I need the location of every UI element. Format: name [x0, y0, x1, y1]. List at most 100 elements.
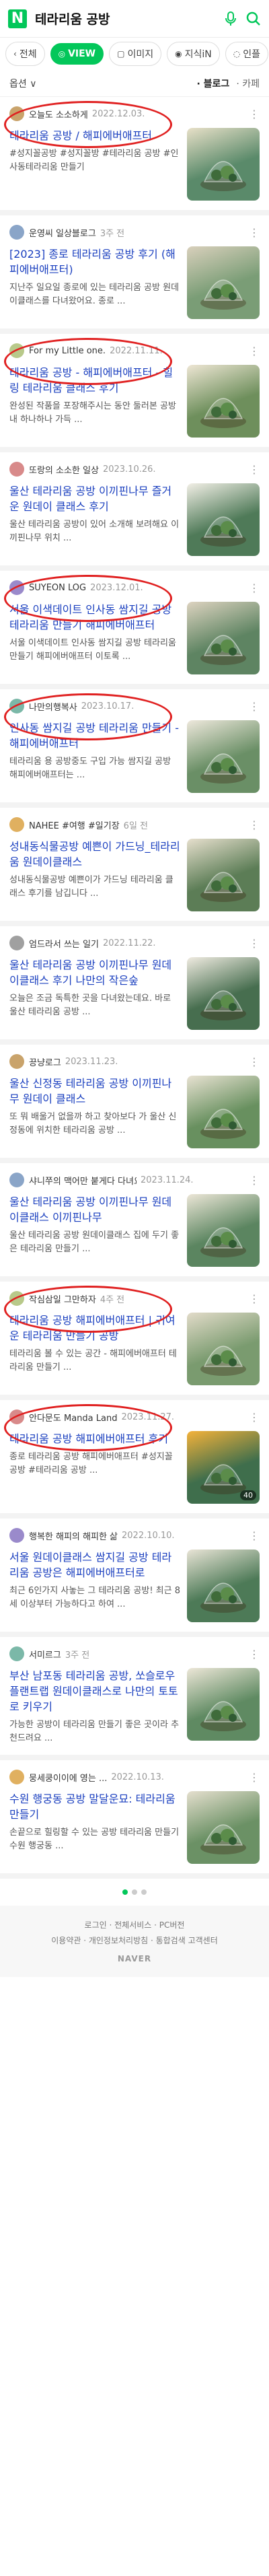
- result-thumbnail[interactable]: [187, 957, 260, 1030]
- options-toggle[interactable]: 옵션 ∨: [9, 77, 196, 90]
- page-dot[interactable]: [141, 1889, 147, 1895]
- avatar[interactable]: [9, 1291, 24, 1306]
- result-thumbnail[interactable]: [187, 1313, 260, 1385]
- more-options-icon[interactable]: ⋮: [249, 1529, 260, 1542]
- author-name[interactable]: 안다문도 Manda Land: [29, 1411, 117, 1424]
- result-card[interactable]: 작심삼일 그만하자 4주 전 ⋮ 테라리움 공방 해피에버애프터 | 귀여운 테…: [0, 1282, 269, 1400]
- more-options-icon[interactable]: ⋮: [249, 1411, 260, 1424]
- result-title[interactable]: 수원 행궁동 공방 말달운묘: 테라리움 만들기: [9, 1791, 180, 1822]
- avatar[interactable]: [9, 817, 24, 832]
- more-options-icon[interactable]: ⋮: [249, 1771, 260, 1784]
- author-name[interactable]: SUYEON LOG: [29, 583, 86, 593]
- more-options-icon[interactable]: ⋮: [249, 226, 260, 239]
- more-options-icon[interactable]: ⋮: [249, 582, 260, 594]
- avatar[interactable]: [9, 699, 24, 713]
- author-name[interactable]: 운영씨 일상블로그: [29, 226, 96, 239]
- result-card[interactable]: 나만의행복사 2023.10.17. ⋮ 인사동 쌈지길 공방 테라리움 만들기…: [0, 689, 269, 808]
- author-name[interactable]: For my Little one.: [29, 346, 106, 356]
- more-options-icon[interactable]: ⋮: [249, 108, 260, 120]
- result-card[interactable]: 끙냥로그 2023.11.23. ⋮ 울산 신정동 테라리움 공방 이끼핀나무 …: [0, 1045, 269, 1163]
- tab-0[interactable]: ‹ 전체: [5, 42, 45, 66]
- result-title[interactable]: 인사동 쌈지길 공방 테라리움 만들기 - 해피에버애프터: [9, 720, 180, 751]
- avatar[interactable]: [9, 462, 24, 477]
- avatar[interactable]: [9, 343, 24, 358]
- more-options-icon[interactable]: ⋮: [249, 700, 260, 713]
- more-options-icon[interactable]: ⋮: [249, 1174, 260, 1187]
- avatar[interactable]: [9, 1646, 24, 1661]
- result-title[interactable]: 부산 남포동 테라리움 공방, 쏘슬로우플랜트랩 원데이클래스로 나만의 토토로…: [9, 1668, 180, 1714]
- avatar[interactable]: [9, 1054, 24, 1069]
- author-name[interactable]: 끙냥로그: [29, 1055, 61, 1068]
- result-title[interactable]: 울산 테라리움 공방 이끼핀나무 즐거운 원데이 클래스 후기: [9, 483, 180, 514]
- result-title[interactable]: 성내동식물공방 예쁜이 가드닝_테라리움 원데이클래스: [9, 839, 180, 870]
- search-query[interactable]: 테라리움 공방: [35, 9, 225, 28]
- result-title[interactable]: 울산 신정동 테라리움 공방 이끼핀나무 원데이 클래스: [9, 1076, 180, 1107]
- result-thumbnail[interactable]: [187, 1668, 260, 1741]
- result-thumbnail[interactable]: [187, 483, 260, 556]
- result-card[interactable]: SUYEON LOG 2023.12.01. ⋮ 서울 이색데이트 인사동 쌈지…: [0, 571, 269, 689]
- footer-links[interactable]: 로그인 · 전체서비스 · PC버전: [9, 1919, 260, 1930]
- result-title[interactable]: 서울 원데이클래스 쌈지길 공방 테라리움 공방은 해피에버애프터로: [9, 1550, 180, 1580]
- result-thumbnail[interactable]: [187, 1550, 260, 1622]
- author-name[interactable]: 엄드라서 쓰는 일기: [29, 937, 99, 950]
- result-title[interactable]: 울산 테라리움 공방 이끼핀나무 원데이클래스 후기 나만의 작은숲: [9, 957, 180, 988]
- author-name[interactable]: 오늘도 소소하게: [29, 108, 88, 120]
- more-options-icon[interactable]: ⋮: [249, 819, 260, 831]
- author-name[interactable]: 작심삼일 그만하자: [29, 1292, 96, 1305]
- result-thumbnail[interactable]: [187, 720, 260, 793]
- result-thumbnail[interactable]: [187, 1076, 260, 1148]
- result-title[interactable]: 테라리움 공방 해피에버애프터 후기: [9, 1431, 180, 1447]
- result-card[interactable]: NAHEE #여행 #일기장 6일 전 ⋮ 성내동식물공방 예쁜이 가드닝_테라…: [0, 808, 269, 926]
- page-dot[interactable]: [132, 1889, 137, 1895]
- tab-3[interactable]: ◉ 지식iN: [167, 42, 220, 66]
- result-title[interactable]: 서울 이색데이트 인사동 쌈지길 공방 테라리움 만들기 해피에버애프터: [9, 602, 180, 633]
- result-card[interactable]: 오늘도 소소하게 2022.12.03. ⋮ 테라리움 공방 / 해피에버애프터…: [0, 97, 269, 215]
- more-options-icon[interactable]: ⋮: [249, 1648, 260, 1661]
- result-thumbnail[interactable]: [187, 1194, 260, 1267]
- result-title[interactable]: 울산 테라리움 공방 이끼핀나무 원데이클래스 이끼핀나무: [9, 1194, 180, 1225]
- author-name[interactable]: 뭉세쿵이이에 영는 ...: [29, 1771, 107, 1784]
- author-name[interactable]: 또랑의 소소한 일상: [29, 463, 99, 476]
- result-card[interactable]: 뭉세쿵이이에 영는 ... 2022.10.13. ⋮ 수원 행궁동 공방 말달…: [0, 1760, 269, 1879]
- tab-4[interactable]: ◌ 인플: [225, 42, 268, 66]
- microphone-icon[interactable]: [225, 11, 237, 26]
- naver-logo[interactable]: N: [8, 9, 27, 28]
- result-thumbnail[interactable]: [187, 839, 260, 911]
- avatar[interactable]: [9, 106, 24, 121]
- tab-1[interactable]: ◎ VIEW: [50, 43, 104, 65]
- result-thumbnail[interactable]: [187, 246, 260, 319]
- author-name[interactable]: 행복한 해피의 해피한 삶: [29, 1529, 118, 1542]
- page-dot[interactable]: [122, 1889, 128, 1895]
- result-thumbnail[interactable]: [187, 128, 260, 201]
- more-options-icon[interactable]: ⋮: [249, 345, 260, 357]
- more-options-icon[interactable]: ⋮: [249, 463, 260, 476]
- avatar[interactable]: [9, 936, 24, 950]
- result-thumbnail[interactable]: [187, 365, 260, 438]
- more-options-icon[interactable]: ⋮: [249, 1292, 260, 1305]
- avatar[interactable]: [9, 1173, 24, 1187]
- result-card[interactable]: 행복한 해피의 해피한 삶 2022.10.10. ⋮ 서울 원데이클래스 쌈지…: [0, 1519, 269, 1637]
- avatar[interactable]: [9, 1528, 24, 1543]
- result-title[interactable]: [2023] 종로 테라리움 공방 후기 (해피에버애프터): [9, 246, 180, 277]
- result-card[interactable]: 안다문도 Manda Land 2023.11.27. ⋮ 테라리움 공방 해피…: [0, 1400, 269, 1519]
- blog-filter[interactable]: · 블로그: [196, 77, 229, 90]
- avatar[interactable]: [9, 1409, 24, 1424]
- result-card[interactable]: 운영씨 일상블로그 3주 전 ⋮ [2023] 종로 테라리움 공방 후기 (해…: [0, 215, 269, 334]
- author-name[interactable]: NAHEE #여행 #일기장: [29, 819, 120, 831]
- result-card[interactable]: 서미르그 3주 전 ⋮ 부산 남포동 테라리움 공방, 쏘슬로우플랜트랩 원데이…: [0, 1637, 269, 1760]
- author-name[interactable]: 나만의행복사: [29, 700, 77, 713]
- footer-legal[interactable]: 이용약관 · 개인정보처리방침 · 통합검색 고객센터: [9, 1935, 260, 1946]
- author-name[interactable]: 샤니쭈의 맥어만 붙게다 다녀요: [29, 1174, 137, 1187]
- more-options-icon[interactable]: ⋮: [249, 937, 260, 950]
- author-name[interactable]: 서미르그: [29, 1648, 61, 1661]
- result-thumbnail[interactable]: 40: [187, 1431, 260, 1504]
- result-card[interactable]: 샤니쭈의 맥어만 붙게다 다녀요 2023.11.24. ⋮ 울산 테라리움 공…: [0, 1163, 269, 1282]
- result-card[interactable]: 엄드라서 쓰는 일기 2022.11.22. ⋮ 울산 테라리움 공방 이끼핀나…: [0, 926, 269, 1045]
- result-thumbnail[interactable]: [187, 1791, 260, 1864]
- result-title[interactable]: 테라리움 공방 - 해피에버애프터 - 힐링 테라리움 클래스 후기: [9, 365, 180, 396]
- search-icon[interactable]: [246, 11, 261, 26]
- cafe-filter[interactable]: · 카페: [236, 77, 260, 90]
- avatar[interactable]: [9, 1770, 24, 1784]
- avatar[interactable]: [9, 225, 24, 240]
- result-thumbnail[interactable]: [187, 602, 260, 674]
